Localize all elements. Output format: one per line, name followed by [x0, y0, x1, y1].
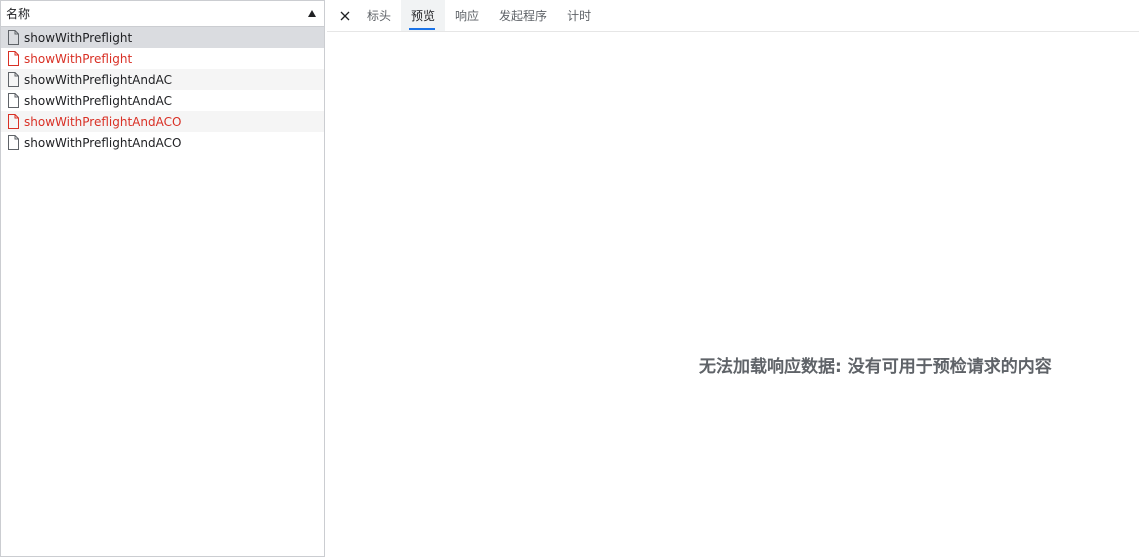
preview-empty-message: 无法加载响应数据: 没有可用于预检请求的内容: [699, 357, 1052, 377]
request-name: showWithPreflightAndACO: [24, 114, 182, 129]
file-icon: [8, 30, 19, 45]
request-name: showWithPreflightAndAC: [24, 72, 172, 87]
close-button[interactable]: [333, 0, 357, 31]
request-name: showWithPreflight: [24, 30, 133, 45]
tab-response[interactable]: 响应: [445, 0, 489, 31]
file-icon: [8, 51, 19, 66]
detail-tabbar: 标头 预览 响应 发起程序 计时: [327, 0, 1139, 32]
request-name: showWithPreflight: [24, 51, 133, 66]
request-detail: 标头 预览 响应 发起程序 计时 无法加载响应数据: 没有可用于预检请求的内容: [327, 0, 1139, 558]
request-name: showWithPreflightAndAC: [24, 93, 172, 108]
tab-timing[interactable]: 计时: [557, 0, 601, 31]
request-row[interactable]: showWithPreflight: [1, 48, 324, 69]
request-row[interactable]: showWithPreflightAndACO: [1, 111, 324, 132]
request-row[interactable]: showWithPreflightAndAC: [1, 90, 324, 111]
file-icon: [8, 135, 19, 150]
request-row[interactable]: showWithPreflight: [1, 27, 324, 48]
file-icon: [8, 114, 19, 129]
file-icon: [8, 93, 19, 108]
request-row[interactable]: showWithPreflightAndAC: [1, 69, 324, 90]
tab-preview[interactable]: 预览: [401, 0, 446, 31]
tab-headers[interactable]: 标头: [357, 0, 401, 31]
request-name: showWithPreflightAndACO: [24, 135, 182, 150]
name-column-header[interactable]: 名称: [6, 5, 30, 22]
file-icon: [8, 72, 19, 87]
request-row[interactable]: showWithPreflightAndACO: [1, 132, 324, 153]
request-rows: showWithPreflight showWithPreflight show…: [1, 27, 324, 153]
tab-initiator[interactable]: 发起程序: [489, 0, 557, 31]
close-icon[interactable]: [340, 11, 350, 21]
list-header[interactable]: 名称: [1, 0, 324, 27]
request-list: 名称 showWithPreflight showWithPreflight s…: [0, 0, 325, 557]
devtools-network-panel: 名称 showWithPreflight showWithPreflight s…: [0, 0, 1139, 558]
sort-ascending-icon[interactable]: [308, 10, 316, 17]
